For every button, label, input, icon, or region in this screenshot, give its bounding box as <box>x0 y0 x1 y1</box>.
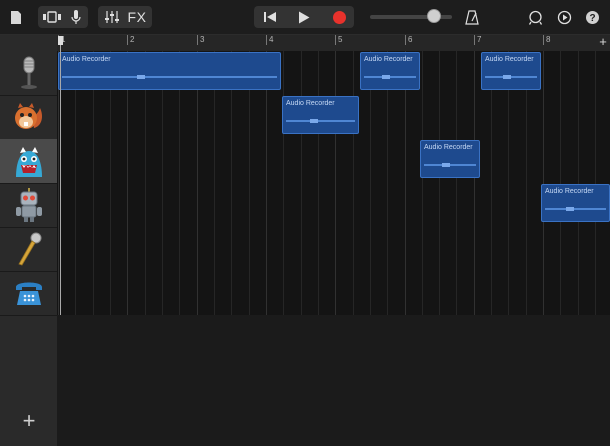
beat-gridline <box>93 51 94 315</box>
ruler-bar-number: 8 <box>543 35 550 45</box>
beat-gridline <box>560 51 561 315</box>
svg-text:?: ? <box>589 13 595 24</box>
ruler-bar-number: 6 <box>405 35 412 45</box>
region-waveform <box>424 163 476 167</box>
track-header-6[interactable] <box>0 271 57 316</box>
beat-gridline <box>439 51 440 315</box>
track-lane-5[interactable] <box>57 227 610 272</box>
audio-region[interactable]: Audio Recorder <box>420 140 480 178</box>
track-lane-4[interactable] <box>57 183 610 228</box>
beat-gridline <box>508 51 509 315</box>
track-header-5[interactable] <box>0 227 57 272</box>
skip-back-icon <box>264 12 276 22</box>
beat-gridline <box>387 51 388 315</box>
track-header-4[interactable] <box>0 183 57 228</box>
track-header-3[interactable] <box>0 139 57 184</box>
region-waveform <box>545 207 606 211</box>
region-waveform <box>364 75 416 79</box>
beat-gridline <box>353 51 354 315</box>
beat-gridline <box>595 51 596 315</box>
track-lane-6[interactable] <box>57 271 610 316</box>
region-label: Audio Recorder <box>62 56 111 63</box>
mixer-icon[interactable] <box>102 8 122 26</box>
audio-region[interactable]: Audio Recorder <box>282 96 359 134</box>
beat-gridline <box>110 51 111 315</box>
help-icon[interactable]: ? <box>583 8 601 26</box>
beat-gridline <box>75 51 76 315</box>
microphone-icon <box>20 56 37 89</box>
audio-region[interactable]: Audio Recorder <box>541 184 610 222</box>
volume-slider-knob[interactable] <box>427 9 441 23</box>
ruler[interactable] <box>57 35 610 52</box>
robot-icon <box>15 188 42 222</box>
region-label: Audio Recorder <box>364 56 413 63</box>
region-waveform <box>485 75 537 79</box>
beat-gridline <box>301 51 302 315</box>
beat-gridline <box>214 51 215 315</box>
play-button[interactable] <box>290 8 318 26</box>
bar-gridline <box>266 51 267 315</box>
document-icon[interactable] <box>8 8 24 26</box>
beat-gridline <box>456 51 457 315</box>
settings-icon[interactable] <box>555 8 573 26</box>
playhead-handle[interactable] <box>58 36 63 45</box>
region-label: Audio Recorder <box>286 100 335 107</box>
beat-gridline <box>162 51 163 315</box>
metronome-icon[interactable] <box>463 8 481 26</box>
bar-gridline <box>127 51 128 315</box>
beat-gridline <box>318 51 319 315</box>
region-label: Audio Recorder <box>545 188 594 195</box>
empty-track-area[interactable] <box>57 315 610 446</box>
beat-gridline <box>249 51 250 315</box>
audio-region[interactable]: Audio Recorder <box>360 52 420 90</box>
chipmunk-icon <box>14 103 42 129</box>
track-header-2[interactable] <box>0 95 57 140</box>
beat-gridline <box>179 51 180 315</box>
ruler-bar-number: 7 <box>474 35 481 45</box>
microphone-input-icon[interactable] <box>68 8 84 26</box>
ruler-bar-number: 3 <box>197 35 204 45</box>
add-track-button[interactable]: + <box>18 410 40 432</box>
monster-icon <box>15 147 42 177</box>
record-icon <box>332 10 346 24</box>
record-button[interactable] <box>326 8 352 26</box>
beat-gridline <box>578 51 579 315</box>
ruler-bar-number: 5 <box>335 35 342 45</box>
rewind-button[interactable] <box>256 8 284 26</box>
handheld-mic-icon <box>17 232 41 266</box>
track-header-1[interactable] <box>0 51 57 96</box>
audio-region[interactable]: Audio Recorder <box>481 52 541 90</box>
toolbar: FX ? <box>0 0 610 35</box>
beat-gridline <box>283 51 284 315</box>
loop-browser-icon[interactable] <box>526 8 544 26</box>
region-label: Audio Recorder <box>424 144 473 151</box>
beat-gridline <box>145 51 146 315</box>
region-waveform <box>62 75 277 79</box>
track-lane-3[interactable] <box>57 139 610 184</box>
playhead[interactable] <box>60 45 61 315</box>
fx-button[interactable]: FX <box>126 8 148 26</box>
tracks-view-icon[interactable] <box>40 8 64 26</box>
audio-region[interactable]: Audio Recorder <box>58 52 281 90</box>
bar-gridline <box>543 51 544 315</box>
ruler-bar-number: 2 <box>127 35 134 45</box>
ruler-bar-number: 4 <box>266 35 273 45</box>
bar-gridline <box>474 51 475 315</box>
beat-gridline <box>370 51 371 315</box>
bar-gridline <box>405 51 406 315</box>
add-section-icon[interactable]: + <box>596 35 610 49</box>
bar-gridline <box>335 51 336 315</box>
region-waveform <box>286 119 355 123</box>
beat-gridline <box>526 51 527 315</box>
bar-gridline <box>58 51 59 315</box>
bar-gridline <box>197 51 198 315</box>
beat-gridline <box>422 51 423 315</box>
region-label: Audio Recorder <box>485 56 534 63</box>
play-icon <box>299 11 310 23</box>
telephone-icon <box>15 282 42 305</box>
beat-gridline <box>491 51 492 315</box>
beat-gridline <box>231 51 232 315</box>
